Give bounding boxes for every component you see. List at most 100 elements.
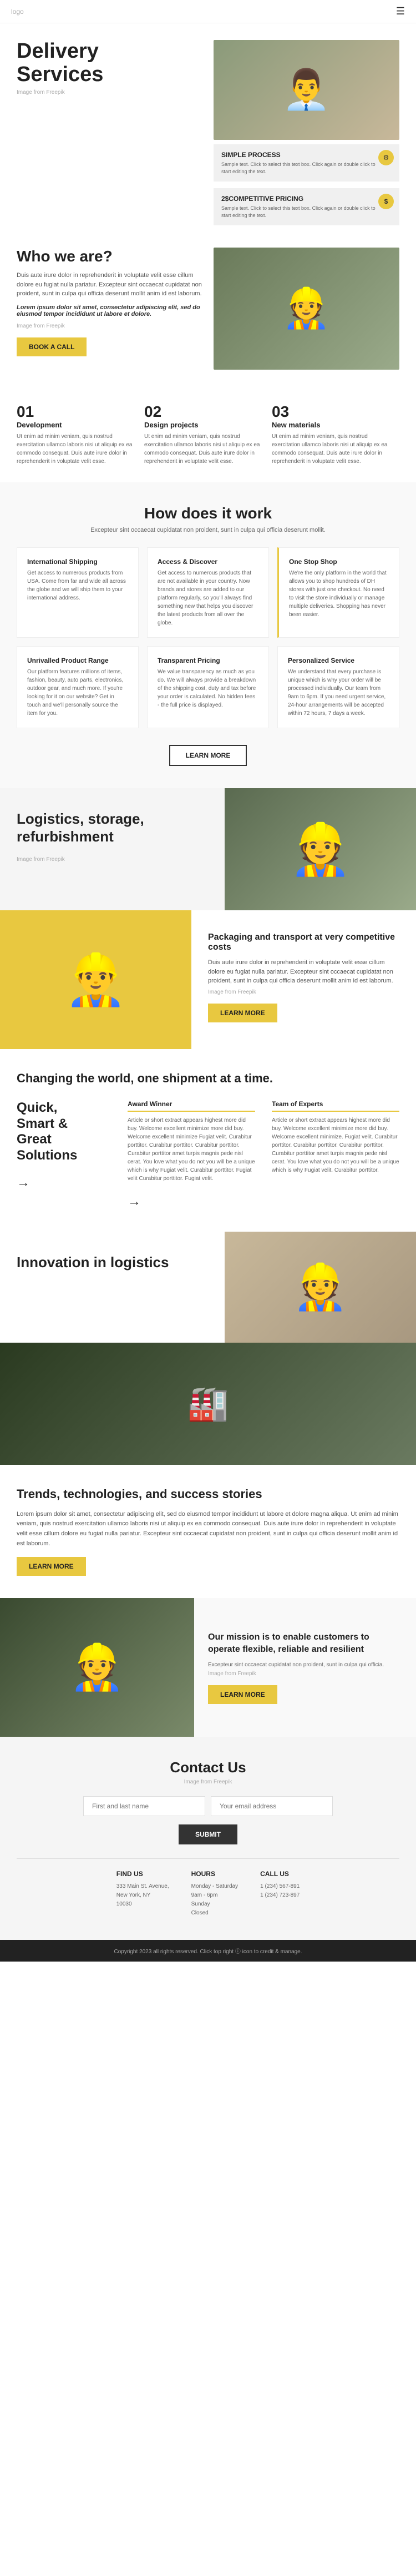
award-badge: Award Winner xyxy=(128,1100,255,1112)
contact-hours: HOURS Monday - Saturday 9am - 6pm Sunday… xyxy=(191,1870,239,1918)
step-3-text: Ut enim ad minim veniam, quis nostrud ex… xyxy=(272,432,388,466)
mission-sub: Excepteur sint occaecat cupidatat non pr… xyxy=(208,1662,402,1668)
pkg-right: Packaging and transport at very competit… xyxy=(191,910,416,1049)
how-card-5-text: We understand that every purchase is uni… xyxy=(288,668,389,718)
logistics-right: 👷 xyxy=(225,788,416,910)
team-col: Team of Experts Article or short extract… xyxy=(272,1100,399,1209)
who-section: Who we are? Duis aute irure dolor in rep… xyxy=(0,225,416,392)
step-1-text: Ut enim ad minim veniam, quis nostrud ex… xyxy=(17,432,133,466)
team-badge: Team of Experts xyxy=(272,1100,399,1112)
award-col: Award Winner Article or short extract ap… xyxy=(128,1100,255,1209)
hero-image-credit: Image from Freepik xyxy=(17,89,202,95)
hero-section: Delivery Services Image from Freepik 👨‍💼… xyxy=(0,23,416,225)
navbar: logo ☰ xyxy=(0,0,416,23)
process-card-2-text: Sample text. Click to select this text b… xyxy=(221,205,377,219)
mission-image-credit: Image from Freepik xyxy=(208,1671,402,1677)
packaging-section: 👷‍♂️ Packaging and transport at very com… xyxy=(0,910,416,1049)
contact-hours-line3: Sunday xyxy=(191,1900,239,1909)
contact-info: FIND US 333 Main St. Avenue, New York, N… xyxy=(17,1858,399,1918)
hero-main-image: 👨‍💼 xyxy=(214,40,399,140)
how-card-3-title: Unrivalled Product Range xyxy=(27,657,128,664)
mission-workers-image: 👷 xyxy=(0,1598,194,1737)
contact-image-credit: Image from Freepik xyxy=(17,1779,399,1785)
trends-learn-more-button[interactable]: LEARN MORE xyxy=(17,1557,86,1576)
arrow-1-icon[interactable]: → xyxy=(17,1175,30,1191)
pkg-image-credit: Image from Freepik xyxy=(208,989,399,995)
process-card-1-title: SIMPLE PROCESS xyxy=(221,151,377,159)
process-card-1: ⚙ SIMPLE PROCESS Sample text. Click to s… xyxy=(214,144,399,182)
how-card-2: One Stop Shop We're the only platform in… xyxy=(277,547,399,638)
contact-hours-line4: Closed xyxy=(191,1909,239,1918)
how-card-4: Transparent Pricing We value transparenc… xyxy=(147,646,269,728)
footer-text: Copyright 2023 all rights reserved. Clic… xyxy=(114,1949,302,1955)
how-card-3-text: Our platform features millions of items,… xyxy=(27,668,128,718)
menu-icon[interactable]: ☰ xyxy=(396,6,405,17)
how-card-1: Access & Discover Get access to numerous… xyxy=(147,547,269,638)
arrow-2-icon[interactable]: → xyxy=(128,1194,141,1209)
who-image-credit: Image from Freepik xyxy=(17,323,202,329)
how-card-5-title: Personalized Service xyxy=(288,657,389,664)
contact-submit-button[interactable]: SUBMIT xyxy=(179,1824,237,1844)
innovation-right: 👷 xyxy=(225,1232,416,1343)
hero-right: 👨‍💼 ⚙ SIMPLE PROCESS Sample text. Click … xyxy=(214,40,399,225)
pkg-text: Duis aute irure dolor in reprehenderit i… xyxy=(208,958,399,986)
award-text: Article or short extract appears highest… xyxy=(128,1116,255,1183)
step-3-num: 03 xyxy=(272,403,388,421)
contact-section: Contact Us Image from Freepik SUBMIT FIN… xyxy=(0,1737,416,1940)
how-card-3: Unrivalled Product Range Our platform fe… xyxy=(17,646,139,728)
pkg-left: 👷‍♂️ xyxy=(0,910,191,1049)
contact-hours-line1: Monday - Saturday xyxy=(191,1882,239,1891)
who-quote: Lorem ipsum dolor sit amet, consectetur … xyxy=(17,304,202,317)
how-card-5: Personalized Service We understand that … xyxy=(277,646,399,728)
hero-title: Delivery Services xyxy=(17,40,202,87)
pkg-person-icon: 👷‍♂️ xyxy=(64,951,126,1009)
trends-section: Trends, technologies, and success storie… xyxy=(0,1465,416,1598)
contact-email-input[interactable] xyxy=(211,1796,333,1816)
contact-phone-2: 1 (234) 723-897 xyxy=(260,1891,300,1900)
mission-section: 👷 Our mission is to enable customers to … xyxy=(0,1598,416,1737)
logistics-person-icon: 👷 xyxy=(289,820,351,879)
step-3-label: New materials xyxy=(272,421,388,429)
contact-find-us: FIND US 333 Main St. Avenue, New York, N… xyxy=(116,1870,169,1918)
how-learn-more-button[interactable]: LEARN MORE xyxy=(169,745,247,766)
who-text: Duis aute irure dolor in reprehenderit i… xyxy=(17,271,202,299)
who-title: Who we are? xyxy=(17,248,202,265)
contact-find-us-address: 333 Main St. Avenue, New York, NY 10030 xyxy=(116,1882,169,1909)
trends-title: Trends, technologies, and success storie… xyxy=(17,1487,399,1501)
how-card-0: International Shipping Get access to num… xyxy=(17,547,139,638)
book-call-button[interactable]: BOOK A CALL xyxy=(17,337,87,356)
how-card-4-text: We value transparency as much as you do.… xyxy=(158,668,258,709)
contact-phone-1: 1 (234) 567-891 xyxy=(260,1882,300,1891)
innovation-person-icon: 👷 xyxy=(293,1261,348,1313)
innovation-left: Innovation in logistics xyxy=(0,1232,225,1343)
mission-text: Our mission is to enable customers to op… xyxy=(208,1631,402,1656)
innovation-title: Innovation in logistics xyxy=(17,1254,208,1271)
how-card-4-title: Transparent Pricing xyxy=(158,657,258,664)
how-card-0-text: Get access to numerous products from USA… xyxy=(27,569,128,602)
innovation-section: Innovation in logistics 👷 🏭 xyxy=(0,1232,416,1465)
contact-form xyxy=(17,1796,399,1816)
how-card-1-title: Access & Discover xyxy=(158,558,258,566)
step-1-label: Development xyxy=(17,421,133,429)
logistics-section: Logistics, storage, refurbishment Image … xyxy=(0,788,416,910)
big-text-line-1: Smart & xyxy=(17,1116,111,1132)
contact-find-us-title: FIND US xyxy=(116,1870,169,1878)
mission-learn-more-button[interactable]: LEARN MORE xyxy=(208,1685,277,1704)
contact-hours-line2: 9am - 6pm xyxy=(191,1891,239,1900)
how-section: How does it work Excepteur sint occaecat… xyxy=(0,482,416,788)
mission-card: Our mission is to enable customers to op… xyxy=(194,1598,416,1737)
step-1-num: 01 xyxy=(17,403,133,421)
changing-title: Changing the world, one shipment at a ti… xyxy=(17,1071,399,1086)
who-image: 👷 xyxy=(214,248,399,370)
step-2: 02 Design projects Ut enim ad minim veni… xyxy=(144,403,272,466)
contact-name-input[interactable] xyxy=(83,1796,205,1816)
pkg-learn-more-button[interactable]: LEARN MORE xyxy=(208,1004,277,1022)
how-card-0-title: International Shipping xyxy=(27,558,128,566)
who-left: Who we are? Duis aute irure dolor in rep… xyxy=(17,248,202,356)
innovation-full-image: 🏭 xyxy=(0,1343,416,1465)
trends-text: Lorem ipsum dolor sit amet, consectetur … xyxy=(17,1510,399,1549)
how-title: How does it work xyxy=(17,505,399,522)
steps-section: 01 Development Ut enim ad minim veniam, … xyxy=(0,392,416,482)
step-2-num: 02 xyxy=(144,403,261,421)
changing-cols: Quick, Smart & Great Solutions → Award W… xyxy=(17,1100,399,1209)
